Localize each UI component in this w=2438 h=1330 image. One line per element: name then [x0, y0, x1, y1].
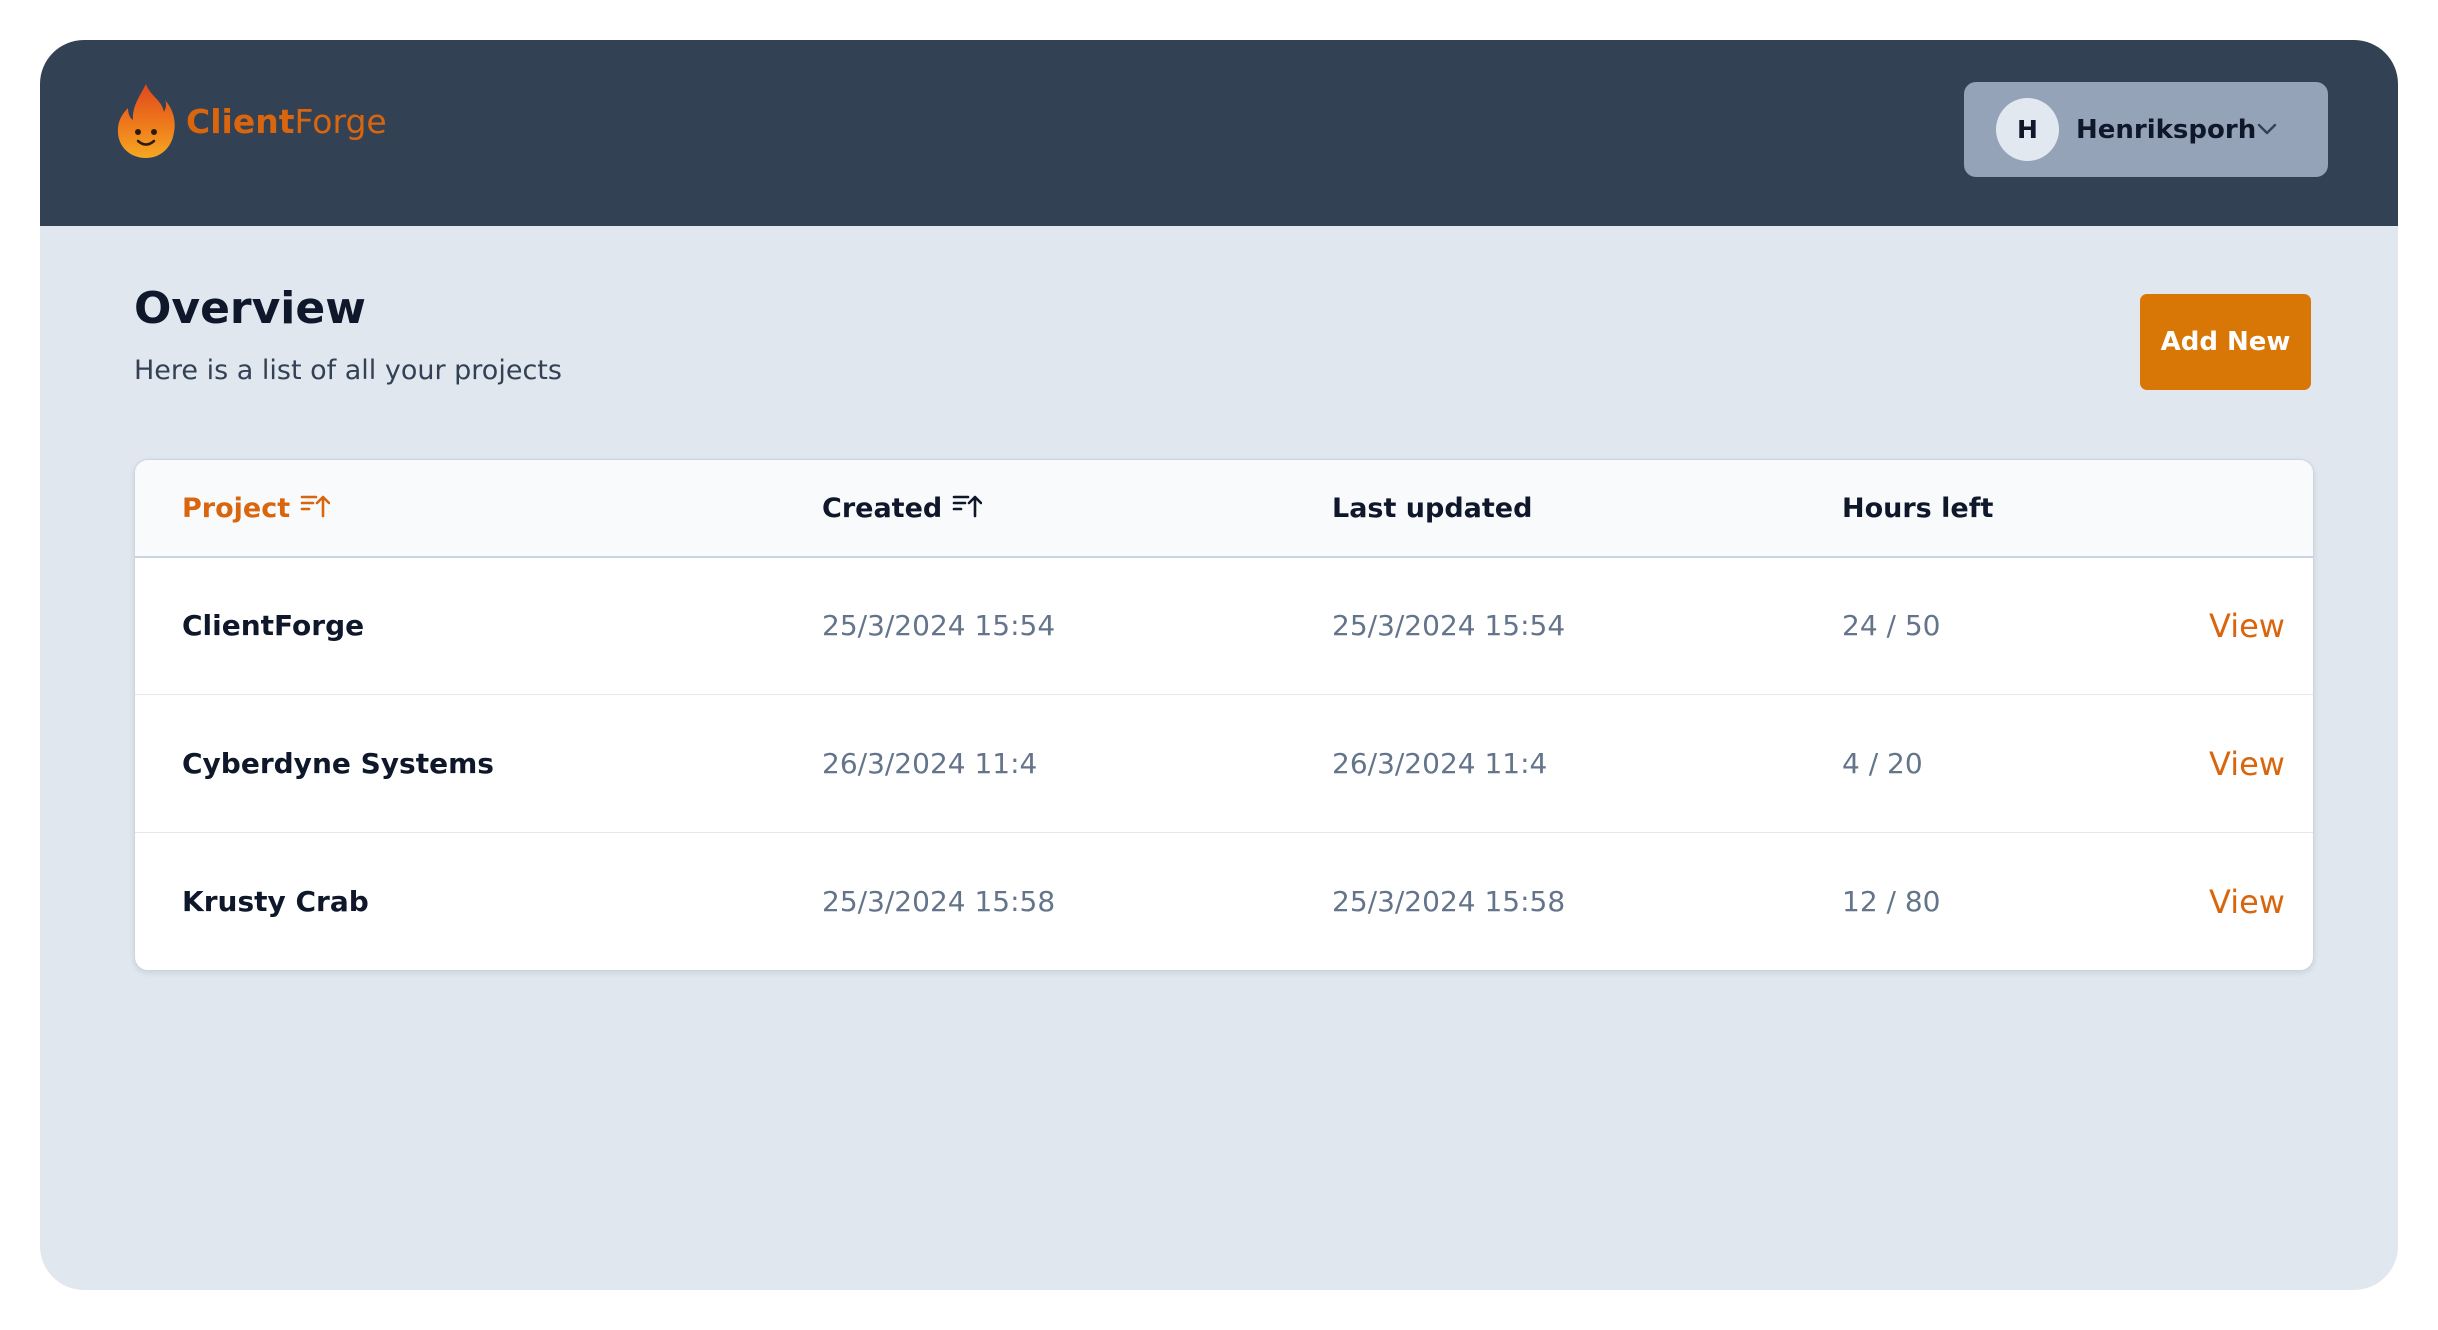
- header-created-label: Created: [822, 492, 943, 524]
- created-date: 26/3/2024 11:4: [822, 747, 1038, 780]
- page-title: Overview: [134, 283, 366, 334]
- hours-left: 12 / 80: [1842, 885, 1941, 918]
- created-date: 25/3/2024 15:54: [822, 609, 1056, 642]
- view-link[interactable]: View: [2209, 833, 2285, 970]
- project-name: Cyberdyne Systems: [182, 747, 494, 780]
- header-last-updated: Last updated: [1332, 460, 1532, 556]
- avatar: H: [1996, 98, 2059, 161]
- hours-left: 24 / 50: [1842, 609, 1941, 642]
- table-header: Project Created Last updated Hours left: [135, 460, 2313, 558]
- page-subtitle: Here is a list of all your projects: [134, 355, 562, 386]
- user-name: Henriksporh: [2076, 114, 2257, 145]
- last-updated-date: 25/3/2024 15:58: [1332, 885, 1566, 918]
- add-new-button[interactable]: Add New: [2140, 294, 2311, 390]
- project-name: Krusty Crab: [182, 885, 369, 918]
- brand-logo[interactable]: ClientForge: [116, 80, 387, 162]
- top-navbar: ClientForge H Henriksporh: [40, 40, 2398, 226]
- app-window: ClientForge H Henriksporh Overview Here …: [40, 40, 2398, 1290]
- brand-name-bold: Client: [186, 101, 295, 141]
- last-updated-date: 26/3/2024 11:4: [1332, 747, 1548, 780]
- projects-table: Project Created Last updated Hours left …: [134, 459, 2314, 971]
- user-menu-button[interactable]: H Henriksporh: [1964, 82, 2328, 177]
- table-row: Krusty Crab 25/3/2024 15:58 25/3/2024 15…: [135, 833, 2313, 970]
- brand-name: ClientForge: [186, 102, 387, 141]
- header-project-label: Project: [182, 492, 291, 524]
- header-last-updated-label: Last updated: [1332, 492, 1533, 524]
- flame-mascot-icon: [116, 80, 176, 162]
- created-date: 25/3/2024 15:58: [822, 885, 1056, 918]
- project-name: ClientForge: [182, 609, 365, 642]
- table-row: ClientForge 25/3/2024 15:54 25/3/2024 15…: [135, 557, 2313, 695]
- header-project[interactable]: Project: [182, 460, 331, 556]
- brand-name-light: Forge: [294, 101, 387, 141]
- view-link[interactable]: View: [2209, 695, 2285, 832]
- header-hours-left: Hours left: [1842, 460, 1993, 556]
- sort-ascending-icon: [942, 491, 983, 526]
- hours-left: 4 / 20: [1842, 747, 1923, 780]
- view-link[interactable]: View: [2209, 557, 2285, 694]
- header-hours-left-label: Hours left: [1842, 492, 1994, 524]
- header-created[interactable]: Created: [822, 460, 983, 556]
- sort-ascending-icon: [290, 491, 331, 526]
- last-updated-date: 25/3/2024 15:54: [1332, 609, 1566, 642]
- table-row: Cyberdyne Systems 26/3/2024 11:4 26/3/20…: [135, 695, 2313, 833]
- chevron-down-icon: [2256, 118, 2278, 144]
